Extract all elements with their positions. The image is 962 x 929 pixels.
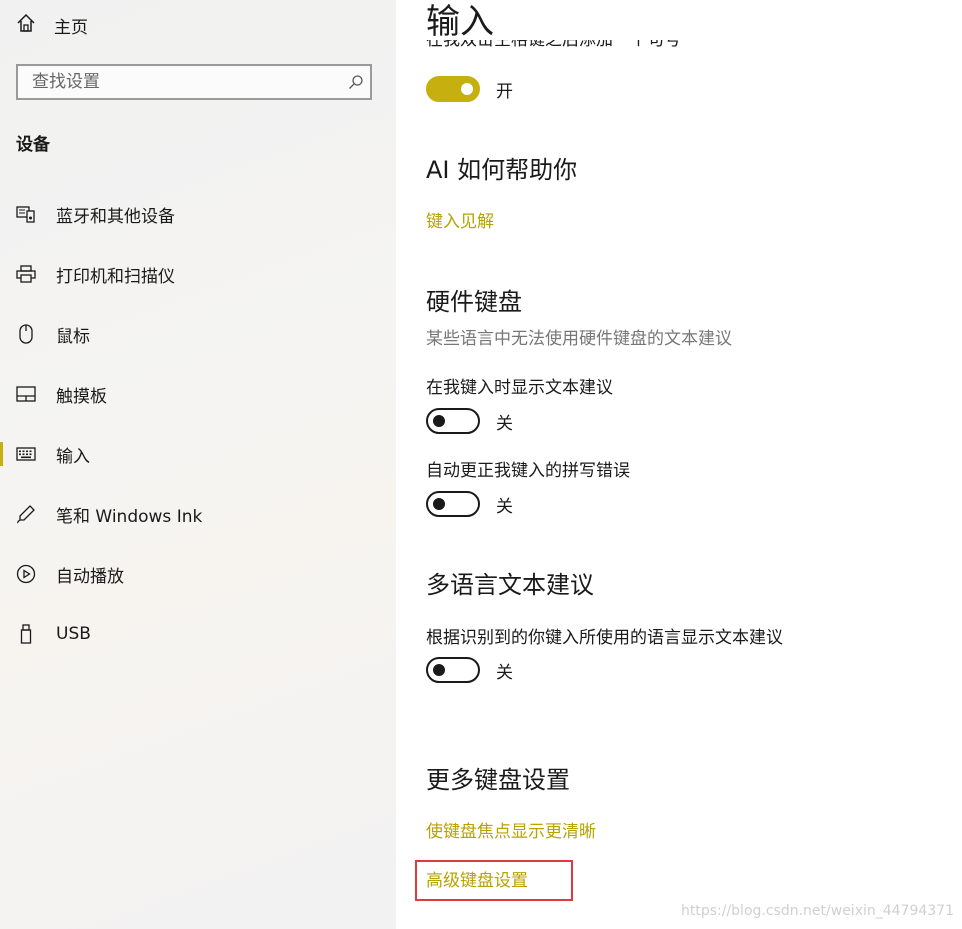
autocorrect-toggle[interactable] xyxy=(426,491,480,517)
clipped-setting-label: 在我双击空格键之后添加一个句号 xyxy=(426,40,681,50)
watermark: https://blog.csdn.net/weixin_44794371 xyxy=(680,903,954,919)
hardware-keyboard-description: 某些语言中无法使用硬件键盘的文本建议 xyxy=(426,329,732,349)
toggle-state-label: 关 xyxy=(496,662,513,683)
sidebar-item-label: 鼠标 xyxy=(56,326,90,347)
sidebar-item-printers[interactable]: 打印机和扫描仪 xyxy=(0,254,396,294)
autocorrect-label: 自动更正我键入的拼写错误 xyxy=(426,461,630,481)
period-toggle-row: 开 xyxy=(426,76,513,102)
mouse-icon xyxy=(16,324,36,344)
keyboard-focus-link[interactable]: 使键盘焦点显示更清晰 xyxy=(426,817,596,842)
period-toggle[interactable] xyxy=(426,76,480,102)
sidebar-item-label: USB xyxy=(56,624,91,644)
sidebar: 主页 设备 蓝牙和其他设备 打印机和扫描仪 鼠标 触摸板 xyxy=(0,0,396,929)
ai-section-title: AI 如何帮助你 xyxy=(426,156,578,184)
sidebar-item-pen[interactable]: 笔和 Windows Ink xyxy=(0,494,396,534)
sidebar-item-usb[interactable]: USB xyxy=(0,614,396,654)
autoplay-icon xyxy=(16,564,36,584)
home-link[interactable]: 主页 xyxy=(16,10,88,40)
more-keyboard-title: 更多键盘设置 xyxy=(426,766,570,794)
sidebar-item-label: 输入 xyxy=(56,446,90,467)
toggle-state-label: 开 xyxy=(496,81,513,102)
search-input[interactable] xyxy=(18,71,342,93)
home-label: 主页 xyxy=(54,17,88,38)
pen-icon xyxy=(16,504,36,524)
multilingual-toggle[interactable] xyxy=(426,657,480,683)
show-suggestions-toggle[interactable] xyxy=(426,408,480,434)
section-title: 设备 xyxy=(16,135,50,155)
search-icon[interactable] xyxy=(342,74,370,90)
sidebar-item-typing[interactable]: 输入 xyxy=(0,434,396,474)
home-icon xyxy=(16,13,36,37)
printer-icon xyxy=(16,265,36,283)
usb-icon xyxy=(16,624,36,644)
search-box[interactable] xyxy=(16,64,372,100)
bluetooth-devices-icon xyxy=(16,205,36,223)
multilingual-title: 多语言文本建议 xyxy=(426,571,594,599)
sidebar-item-label: 笔和 Windows Ink xyxy=(56,506,203,527)
sidebar-item-bluetooth[interactable]: 蓝牙和其他设备 xyxy=(0,194,396,234)
page-title: 输入 xyxy=(426,2,494,42)
sidebar-item-label: 自动播放 xyxy=(56,566,124,587)
highlight-box xyxy=(415,860,573,901)
sidebar-item-label: 打印机和扫描仪 xyxy=(56,266,175,287)
sidebar-item-label: 蓝牙和其他设备 xyxy=(56,206,175,227)
show-suggestions-label: 在我键入时显示文本建议 xyxy=(426,378,613,398)
typing-insights-link[interactable]: 键入见解 xyxy=(426,207,494,232)
main-content: 输入 在我双击空格键之后添加一个句号 开 AI 如何帮助你 键入见解 硬件键盘 … xyxy=(396,0,962,929)
keyboard-icon xyxy=(16,447,36,461)
toggle-state-label: 关 xyxy=(496,496,513,517)
multilingual-row: 关 xyxy=(426,657,513,683)
multilingual-label: 根据识别到的你键入所使用的语言显示文本建议 xyxy=(426,628,783,648)
sidebar-item-autoplay[interactable]: 自动播放 xyxy=(0,554,396,594)
toggle-state-label: 关 xyxy=(496,413,513,434)
show-suggestions-row: 关 xyxy=(426,408,513,434)
sidebar-item-label: 触摸板 xyxy=(56,386,107,407)
hardware-keyboard-title: 硬件键盘 xyxy=(426,288,522,316)
sidebar-item-mouse[interactable]: 鼠标 xyxy=(0,314,396,354)
touchpad-icon xyxy=(16,386,36,402)
autocorrect-row: 关 xyxy=(426,491,513,517)
sidebar-item-touchpad[interactable]: 触摸板 xyxy=(0,374,396,414)
